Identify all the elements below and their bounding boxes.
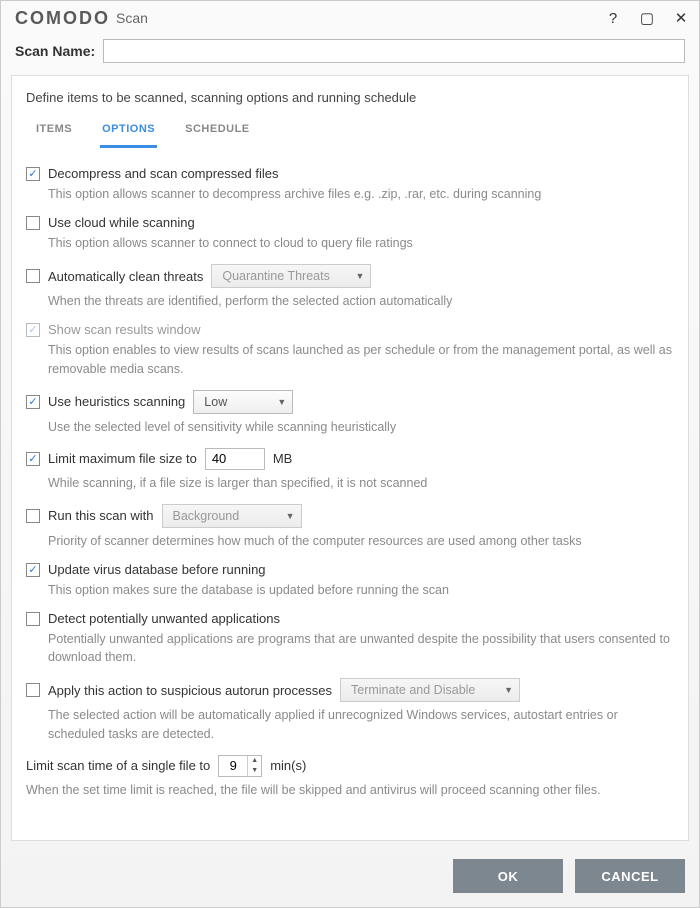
- option-cloud: Use cloud while scanning This option all…: [26, 215, 674, 252]
- label-update: Update virus database before running: [48, 562, 266, 577]
- chevron-down-icon: ▼: [355, 271, 364, 281]
- checkbox-decompress[interactable]: ✓: [26, 167, 40, 181]
- checkbox-autoclean[interactable]: [26, 269, 40, 283]
- chevron-down-icon: ▼: [504, 685, 513, 695]
- panel-description: Define items to be scanned, scanning opt…: [26, 90, 674, 105]
- desc-autorun: The selected action will be automaticall…: [48, 706, 674, 742]
- checkbox-autorun[interactable]: [26, 683, 40, 697]
- desc-maxfile: While scanning, if a file size is larger…: [48, 474, 674, 492]
- chevron-down-icon: ▼: [286, 511, 295, 521]
- tab-items[interactable]: ITEMS: [34, 115, 74, 148]
- select-heuristics-level[interactable]: Low ▼: [193, 390, 293, 414]
- select-autoclean-value: Quarantine Threats: [222, 269, 329, 283]
- spinner-down-icon[interactable]: ▼: [248, 766, 261, 776]
- footer: OK CANCEL: [1, 849, 699, 907]
- tabs: ITEMS OPTIONS SCHEDULE: [26, 115, 674, 148]
- close-icon[interactable]: ✕: [673, 10, 689, 26]
- spinner-up-icon[interactable]: ▲: [248, 756, 261, 766]
- help-icon[interactable]: ?: [605, 10, 621, 26]
- desc-priority: Priority of scanner determines how much …: [48, 532, 674, 550]
- input-timelimit[interactable]: [219, 756, 247, 776]
- label-priority: Run this scan with: [48, 508, 154, 523]
- option-heuristics: ✓ Use heuristics scanning Low ▼ Use the …: [26, 390, 674, 436]
- main-panel: Define items to be scanned, scanning opt…: [11, 75, 689, 841]
- tab-schedule[interactable]: SCHEDULE: [183, 115, 252, 148]
- checkbox-priority[interactable]: [26, 509, 40, 523]
- label-timelimit: Limit scan time of a single file to: [26, 758, 210, 773]
- ok-button[interactable]: OK: [453, 859, 563, 893]
- label-results: Show scan results window: [48, 322, 200, 337]
- desc-autoclean: When the threats are identified, perform…: [48, 292, 674, 310]
- label-heuristics: Use heuristics scanning: [48, 394, 185, 409]
- select-priority-value: Background: [173, 509, 240, 523]
- desc-results: This option enables to view results of s…: [48, 341, 674, 377]
- scan-name-label: Scan Name:: [15, 43, 95, 59]
- input-maxfile-size[interactable]: [205, 448, 265, 470]
- select-autoclean-action: Quarantine Threats ▼: [211, 264, 371, 288]
- label-autoclean: Automatically clean threats: [48, 269, 203, 284]
- chevron-down-icon: ▼: [277, 397, 286, 407]
- option-pua: Detect potentially unwanted applications…: [26, 611, 674, 666]
- label-decompress: Decompress and scan compressed files: [48, 166, 279, 181]
- scan-dialog: COMODO Scan ? ▢ ✕ Scan Name: Define item…: [0, 0, 700, 908]
- checkbox-heuristics[interactable]: ✓: [26, 395, 40, 409]
- checkbox-pua[interactable]: [26, 612, 40, 626]
- brand-logo: COMODO: [15, 8, 110, 29]
- label-cloud: Use cloud while scanning: [48, 215, 195, 230]
- label-pua: Detect potentially unwanted applications: [48, 611, 280, 626]
- option-update: ✓ Update virus database before running T…: [26, 562, 674, 599]
- maximize-icon[interactable]: ▢: [639, 10, 655, 26]
- desc-timelimit: When the set time limit is reached, the …: [26, 781, 674, 799]
- scan-name-input[interactable]: [103, 39, 685, 63]
- label-maxfile: Limit maximum file size to: [48, 451, 197, 466]
- spinner-timelimit[interactable]: ▲ ▼: [218, 755, 262, 777]
- cancel-button[interactable]: CANCEL: [575, 859, 685, 893]
- option-timelimit: Limit scan time of a single file to ▲ ▼ …: [26, 755, 674, 799]
- options-list: ✓ Decompress and scan compressed files T…: [26, 158, 674, 832]
- option-results: ✓ Show scan results window This option e…: [26, 322, 674, 377]
- dialog-title: Scan: [116, 10, 148, 26]
- tab-options[interactable]: OPTIONS: [100, 115, 157, 148]
- checkbox-update[interactable]: ✓: [26, 563, 40, 577]
- window-controls: ? ▢ ✕: [605, 10, 689, 26]
- select-priority: Background ▼: [162, 504, 302, 528]
- checkbox-cloud[interactable]: [26, 216, 40, 230]
- desc-decompress: This option allows scanner to decompress…: [48, 185, 674, 203]
- desc-heuristics: Use the selected level of sensitivity wh…: [48, 418, 674, 436]
- desc-pua: Potentially unwanted applications are pr…: [48, 630, 674, 666]
- option-priority: Run this scan with Background ▼ Priority…: [26, 504, 674, 550]
- checkbox-maxfile[interactable]: ✓: [26, 452, 40, 466]
- select-heuristics-value: Low: [204, 395, 227, 409]
- unit-min: min(s): [270, 758, 306, 773]
- scan-name-row: Scan Name:: [1, 33, 699, 75]
- option-autoclean: Automatically clean threats Quarantine T…: [26, 264, 674, 310]
- titlebar: COMODO Scan ? ▢ ✕: [1, 1, 699, 33]
- option-maxfile: ✓ Limit maximum file size to MB While sc…: [26, 448, 674, 492]
- desc-cloud: This option allows scanner to connect to…: [48, 234, 674, 252]
- option-autorun: Apply this action to suspicious autorun …: [26, 678, 674, 742]
- option-decompress: ✓ Decompress and scan compressed files T…: [26, 166, 674, 203]
- select-autorun-value: Terminate and Disable: [351, 683, 475, 697]
- checkbox-results: ✓: [26, 323, 40, 337]
- label-autorun: Apply this action to suspicious autorun …: [48, 683, 332, 698]
- select-autorun-action: Terminate and Disable ▼: [340, 678, 520, 702]
- unit-mb: MB: [273, 451, 293, 466]
- desc-update: This option makes sure the database is u…: [48, 581, 674, 599]
